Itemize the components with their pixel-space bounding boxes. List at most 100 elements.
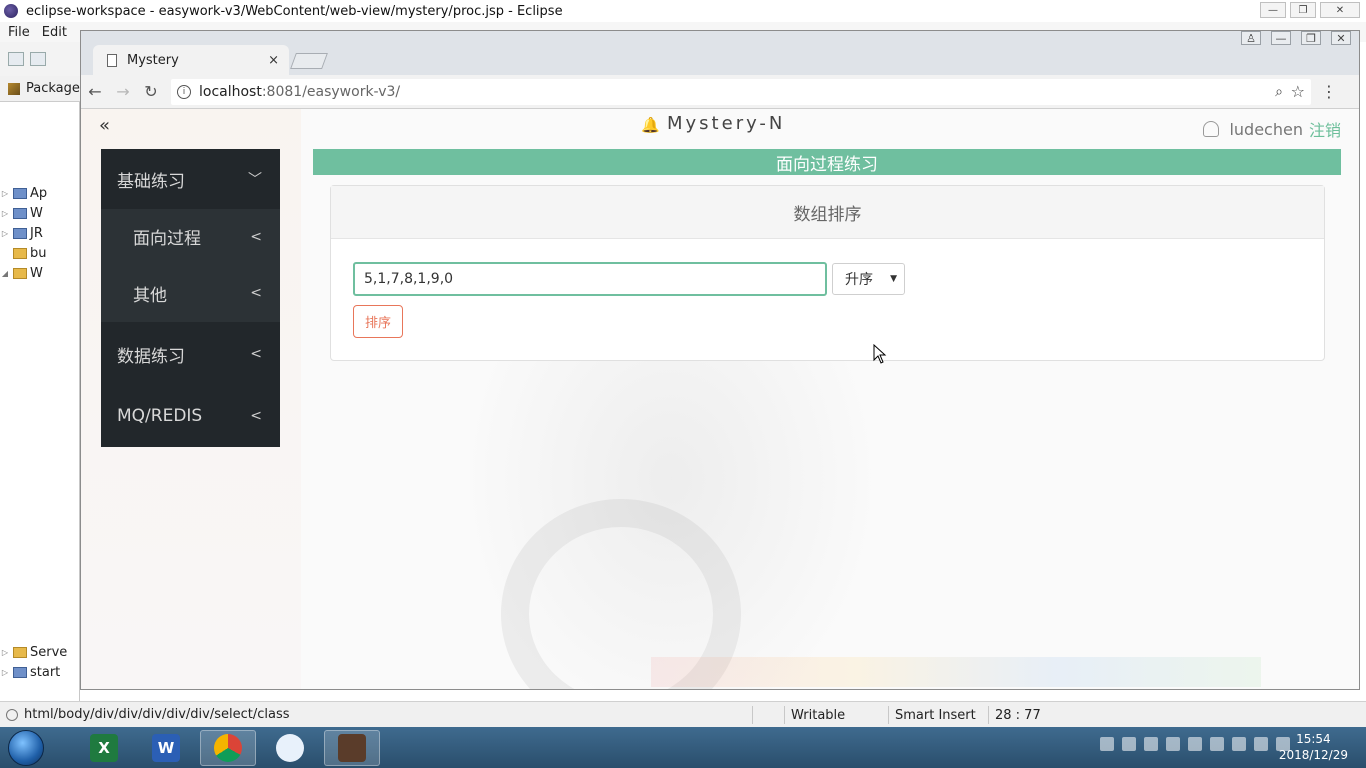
caret-down-icon: ▼ <box>890 274 897 284</box>
sidebar-item-data-practice[interactable]: 数据练习 < <box>101 322 280 386</box>
baidu-netdisk-taskbar-button[interactable] <box>262 730 318 766</box>
help-icon[interactable] <box>1122 737 1136 751</box>
sidebar-item-mq-redis[interactable]: MQ/REDIS < <box>101 386 280 446</box>
tree-item-label: start <box>30 664 61 680</box>
library-icon <box>13 227 27 239</box>
folder-icon <box>13 267 27 279</box>
sidebar-item-label: 基础练习 <box>117 171 185 192</box>
brand-title: Mystery-N <box>667 113 786 134</box>
chrome-icon <box>214 734 242 762</box>
eclipse-ide-icon <box>338 734 366 762</box>
chevron-left-icon: < <box>250 228 262 245</box>
maximize-button[interactable]: ❐ <box>1290 2 1316 18</box>
package-icon <box>8 82 20 95</box>
sidebar-item-procedural[interactable]: 面向过程 < <box>101 209 280 264</box>
menu-file[interactable]: File <box>8 25 30 40</box>
order-select-value: 升序 <box>845 272 873 288</box>
close-button[interactable]: ✕ <box>1320 2 1360 18</box>
sidebar-item-label: MQ/REDIS <box>117 406 203 426</box>
expand-arrow-icon[interactable]: ▷ <box>0 189 10 198</box>
minimize-button[interactable]: — <box>1260 2 1286 18</box>
browser-tab-strip: Mystery × ♙ — ❐ ✕ <box>81 31 1359 75</box>
browser-toolbar: ← → ↻ i localhost:8081/easywork-v3/ ⌕ ☆ … <box>81 75 1359 109</box>
status-mode: Writable <box>784 706 884 724</box>
status-path: html/body/div/div/div/div/div/select/cla… <box>24 707 290 722</box>
word-taskbar-button[interactable]: W <box>138 730 194 766</box>
eclipse-app-icon <box>4 4 18 18</box>
username: ludechen <box>1229 119 1303 139</box>
tree-item-start[interactable]: ▷ start <box>0 662 80 682</box>
info-icon[interactable]: i <box>177 84 191 99</box>
new-file-icon[interactable] <box>8 52 24 66</box>
expand-arrow-icon[interactable]: ▷ <box>0 209 10 218</box>
browser-close-button[interactable]: ✕ <box>1331 31 1351 45</box>
tray-app-icon[interactable] <box>1166 737 1180 751</box>
folder-icon <box>13 247 27 259</box>
windows-taskbar: X W 15:54 2018/12/29 <box>0 727 1366 768</box>
keyboard-icon[interactable] <box>1100 737 1114 751</box>
forward-arrow-icon[interactable]: → <box>109 80 137 104</box>
back-arrow-icon[interactable]: ← <box>81 80 109 104</box>
status-icon-cell <box>752 706 782 724</box>
sidebar-item-label: 面向过程 <box>133 229 201 249</box>
browser-minimize-button[interactable]: — <box>1271 31 1291 45</box>
reload-icon[interactable]: ↻ <box>137 80 165 104</box>
eclipse-window-controls: — ❐ ✕ <box>1260 2 1360 18</box>
expand-arrow-icon[interactable]: ▷ <box>0 648 10 657</box>
tray-arrow-icon[interactable] <box>1144 737 1158 751</box>
tree-item[interactable]: bu <box>0 243 80 263</box>
address-bar[interactable]: i localhost:8081/easywork-v3/ ⌕ ☆ <box>171 78 1311 105</box>
menu-edit[interactable]: Edit <box>42 25 67 40</box>
expand-arrow-icon[interactable]: ▷ <box>0 668 10 677</box>
tray-app-icon[interactable] <box>1188 737 1202 751</box>
sidebar-item-other[interactable]: 其他 < <box>101 264 280 322</box>
tree-item-label: bu <box>30 245 47 261</box>
browser-menu-icon[interactable]: ⋮ <box>1321 82 1337 101</box>
excel-taskbar-button[interactable]: X <box>76 730 132 766</box>
order-select[interactable]: 升序 ▼ <box>832 263 905 295</box>
tree-item[interactable]: ◢ W <box>0 263 80 283</box>
chevron-left-icon: < <box>250 285 262 301</box>
browser-restore-button[interactable]: ❐ <box>1301 31 1321 45</box>
word-icon: W <box>152 734 180 762</box>
user-area: ludechen 注销 <box>1203 117 1341 141</box>
zoom-icon[interactable]: ⌕ <box>1275 84 1283 100</box>
project-icon <box>13 207 27 219</box>
expand-arrow-icon[interactable]: ▷ <box>0 229 10 238</box>
system-tray <box>1100 737 1290 751</box>
browser-window: Mystery × ♙ — ❐ ✕ ← → ↻ i localhost:8081… <box>80 30 1360 690</box>
tree-item[interactable]: ▷ JR <box>0 223 80 243</box>
browser-tab[interactable]: Mystery × <box>93 45 289 75</box>
flag-icon[interactable] <box>1210 737 1224 751</box>
save-icon[interactable] <box>30 52 46 66</box>
web-page: « 🔔 Mystery-N ludechen 注销 基础练习 ﹀ 面向过程 < … <box>81 109 1359 689</box>
tree-item[interactable]: ▷ Ap <box>0 183 80 203</box>
project-icon <box>13 666 27 678</box>
sidebar-item-label: 其他 <box>133 285 167 306</box>
package-explorer: Package ▷ Ap ▷ W ▷ JR bu ◢ W ▷ Serve ▷ s… <box>0 76 80 701</box>
excel-icon: X <box>90 734 118 762</box>
new-tab-button[interactable] <box>290 53 328 69</box>
start-button[interactable] <box>8 729 44 766</box>
logout-link[interactable]: 注销 <box>1309 117 1341 141</box>
taskbar-clock[interactable]: 15:54 2018/12/29 <box>1279 731 1348 763</box>
collapse-sidebar-button[interactable]: « <box>99 115 110 136</box>
eclipse-taskbar-button[interactable] <box>324 730 380 766</box>
collapse-arrow-icon[interactable]: ◢ <box>0 269 10 278</box>
profile-icon[interactable]: ♙ <box>1241 31 1261 45</box>
bookmark-star-icon[interactable]: ☆ <box>1291 82 1305 101</box>
sidebar-item-basic-practice[interactable]: 基础练习 ﹀ <box>101 149 280 209</box>
tree-item-label: W <box>30 205 43 221</box>
tab-close-icon[interactable]: × <box>268 53 279 68</box>
tree-item-servers[interactable]: ▷ Serve <box>0 642 80 662</box>
tree-item[interactable]: ▷ W <box>0 203 80 223</box>
user-icon <box>1203 121 1220 137</box>
array-input[interactable]: 5,1,7,8,1,9,0 <box>353 262 827 296</box>
chrome-taskbar-button[interactable] <box>200 730 256 766</box>
volume-icon[interactable] <box>1232 737 1246 751</box>
network-icon[interactable] <box>1254 737 1268 751</box>
sort-button[interactable]: 排序 <box>353 305 403 338</box>
status-cursor-position: 28 : 77 <box>988 706 1078 724</box>
section-title: 面向过程练习 <box>313 149 1341 175</box>
package-explorer-tab[interactable]: Package <box>0 76 80 102</box>
